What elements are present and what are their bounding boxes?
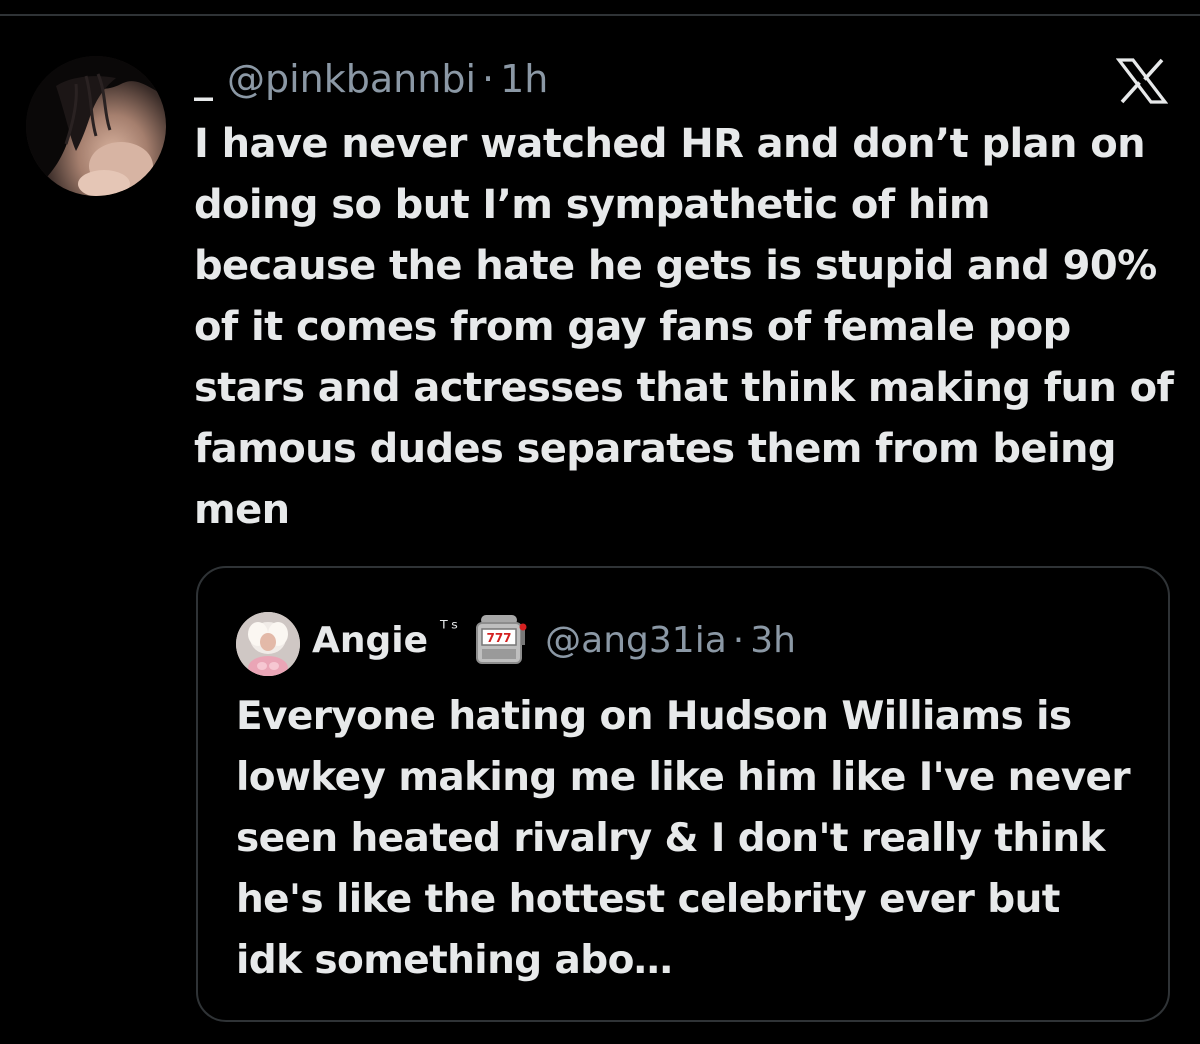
tweet[interactable]: _ @pinkbannbi · 1h I have never watched …	[0, 0, 1200, 1044]
avatar-photo	[26, 56, 166, 196]
slot-machine-icon: 777	[475, 613, 527, 667]
header-separator: ·	[482, 57, 495, 101]
x-logo-icon	[1116, 58, 1168, 104]
author-display-name[interactable]: _	[194, 56, 213, 102]
quoted-author-name-suffix: ᵀˢ	[440, 616, 462, 640]
quoted-tweet-card[interactable]: Angie ᵀˢ 777 @ang31ia · 3h Everyone hati…	[196, 566, 1170, 1022]
quoted-tweet-timestamp[interactable]: 3h	[750, 620, 796, 661]
svg-text:777: 777	[487, 631, 512, 645]
author-handle[interactable]: @pinkbannbi	[227, 56, 476, 102]
quoted-author-handle[interactable]: @ang31ia	[545, 620, 727, 661]
tweet-header: _ @pinkbannbi · 1h	[194, 56, 548, 102]
quoted-author-avatar[interactable]	[236, 612, 300, 676]
author-avatar[interactable]	[26, 56, 166, 196]
tweet-timestamp[interactable]: 1h	[500, 56, 548, 102]
quoted-tweet-header: Angie ᵀˢ 777 @ang31ia · 3h	[312, 612, 796, 668]
quoted-avatar-photo	[236, 612, 300, 676]
quoted-tweet-text: Everyone hating on Hudson Williams is lo…	[236, 694, 1131, 983]
quoted-header-separator: ·	[732, 619, 745, 661]
quoted-author-display-name[interactable]: Angie	[312, 620, 428, 661]
tweet-text: I have never watched HR and don’t plan o…	[194, 121, 1174, 533]
